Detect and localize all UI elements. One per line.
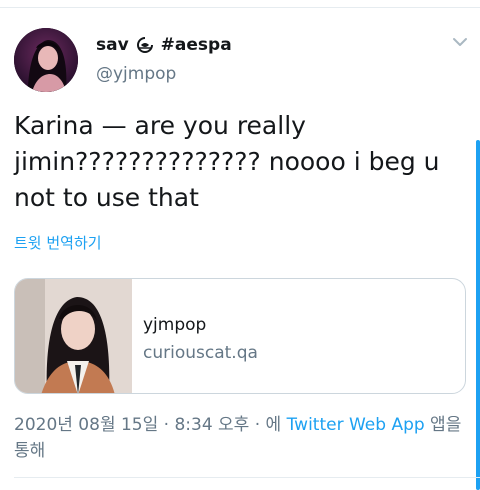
translate-tweet-link[interactable]: 트윗 번역하기	[14, 232, 102, 253]
card-title: yjmpop	[143, 315, 207, 335]
link-preview-card[interactable]: yjmpop curiouscat.qa	[14, 278, 466, 394]
top-divider	[0, 0, 480, 8]
author-name-row[interactable]: sav #aespa	[96, 33, 232, 57]
avatar-image	[14, 28, 78, 92]
display-name[interactable]: sav	[96, 35, 129, 55]
chevron-down-icon[interactable]	[451, 36, 469, 48]
avatar[interactable]	[14, 28, 78, 92]
tweet-metadata: 2020년 08월 15일 · 8:34 오후 · 에 Twitter Web …	[14, 412, 470, 464]
tweet-text: Karina — are you really jimin???????????…	[14, 111, 440, 212]
source-app-link[interactable]: Twitter Web App	[287, 415, 425, 435]
bottom-divider	[14, 477, 480, 478]
card-thumbnail	[15, 279, 132, 393]
user-handle[interactable]: @yjmpop	[96, 64, 176, 84]
display-name-hashtag[interactable]: #aespa	[161, 35, 232, 55]
scrollbar[interactable]	[476, 140, 480, 490]
card-domain: curiouscat.qa	[143, 343, 258, 363]
timestamp[interactable]: 2020년 08월 15일 · 8:34 오후 · 에	[14, 415, 287, 435]
aespa-emblem-icon	[135, 35, 155, 55]
